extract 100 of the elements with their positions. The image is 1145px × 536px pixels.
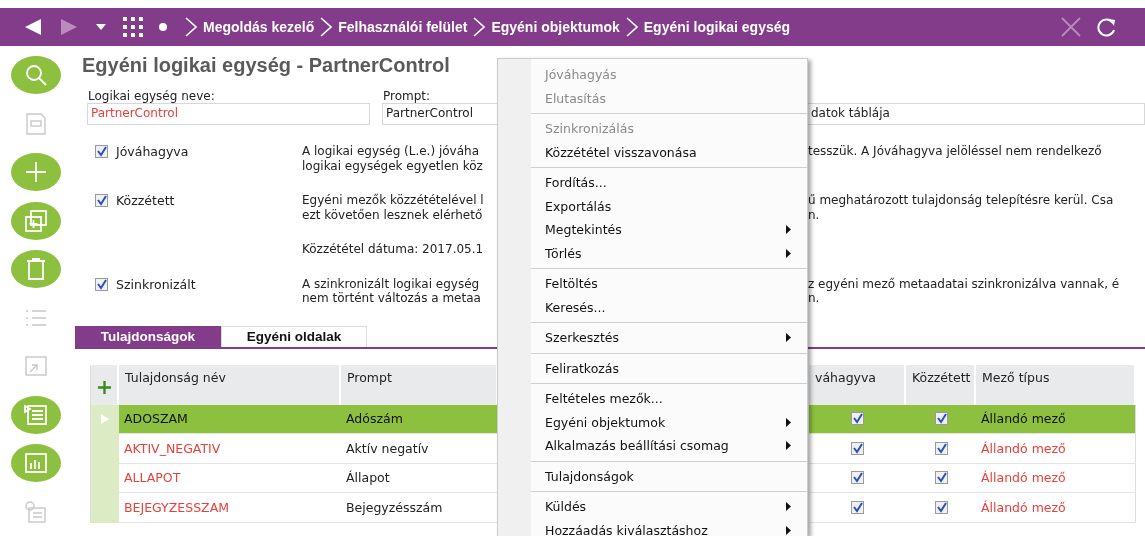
description-text: A szinkronizált logikai egység xyxy=(302,276,481,291)
chevron-icon xyxy=(320,17,333,37)
field-label: Logikai egység neve: xyxy=(87,89,216,103)
list-icon xyxy=(23,402,49,427)
row-pointer-icon xyxy=(101,413,109,424)
checkbox[interactable] xyxy=(851,441,864,455)
document-icon xyxy=(23,111,49,136)
description-text: logikai egységek egyetlen köz xyxy=(302,158,484,173)
chevron-icon xyxy=(185,17,197,37)
table-cell: Adószám xyxy=(341,404,498,434)
column-header[interactable]: váhagyva xyxy=(809,364,906,405)
checkbox[interactable] xyxy=(851,471,864,485)
menu-item[interactable]: Feliratkozás xyxy=(531,356,807,380)
plus-icon xyxy=(23,160,49,185)
checkbox[interactable] xyxy=(95,277,108,291)
column-header[interactable]: Prompt xyxy=(341,364,498,405)
checkbox-label: Jóváhagyva xyxy=(116,144,189,159)
breadcrumb-link[interactable]: Megoldás kezelő xyxy=(203,19,315,35)
name-field[interactable]: PartnerControl xyxy=(87,103,370,125)
description-text: n. xyxy=(808,291,821,306)
delete-button[interactable] xyxy=(11,250,61,289)
table-cell: BEJEGYZESSZAM xyxy=(119,493,341,523)
menu-item[interactable]: Hozzáadás kiválasztáshoz xyxy=(531,518,807,536)
close-icon[interactable] xyxy=(1061,17,1081,37)
menu-item[interactable]: Törlés xyxy=(531,241,807,265)
checkbox[interactable] xyxy=(851,412,864,426)
tab[interactable]: Egyéni oldalak xyxy=(221,325,367,347)
table-cell: ADOSZAM xyxy=(119,404,341,434)
table-cell: ALLAPOT xyxy=(119,463,341,493)
page-title: Egyéni logikai egység - PartnerControl xyxy=(82,54,451,78)
column-header[interactable]: Mező típus xyxy=(976,364,1136,405)
menu-item[interactable]: Megtekintés xyxy=(531,218,807,242)
export-icon xyxy=(23,354,49,379)
back-icon[interactable] xyxy=(23,18,43,36)
menu-item[interactable]: Keresés... xyxy=(531,295,807,319)
tab[interactable]: Tulajdonságok xyxy=(75,325,221,347)
table-cell: Állandó mező xyxy=(976,493,1136,523)
breadcrumb-link[interactable]: Egyéni objektumok xyxy=(491,19,620,35)
prompt-field[interactable]: PartnerControl xyxy=(382,103,497,125)
field-label: Prompt: xyxy=(382,89,432,103)
submenu-arrow-icon xyxy=(786,525,791,535)
description-text: ű meghatározott tulajdonság telepítésre kerül. Csa xyxy=(808,193,1115,208)
breadcrumb-link[interactable]: Felhasználói felület xyxy=(338,19,468,35)
caret-icon[interactable] xyxy=(95,23,107,31)
menu-item[interactable]: Feltöltés xyxy=(531,272,807,296)
menu-item[interactable]: Egyéni objektumok xyxy=(531,410,807,434)
menu-item[interactable]: Fordítás... xyxy=(531,171,807,195)
chevron-icon xyxy=(625,17,638,37)
checkbox[interactable] xyxy=(851,500,864,514)
chevron-icon xyxy=(473,17,486,37)
description-text: nem történt változás a metaa xyxy=(302,291,482,306)
description-text: n. xyxy=(808,207,821,222)
table-cell: Állandó mező xyxy=(976,463,1136,493)
copy-icon xyxy=(23,208,49,233)
chart-button[interactable] xyxy=(11,444,61,483)
description-text: ezt követően lesznek elérhető xyxy=(302,207,484,222)
refresh-icon[interactable] xyxy=(1097,17,1117,37)
submenu-arrow-icon xyxy=(786,417,791,427)
chart-icon xyxy=(23,451,49,476)
publish-date: Közzététel dátuma: 2017.05.1 xyxy=(302,242,485,257)
menu-item[interactable]: Küldés xyxy=(531,495,807,519)
menu-item[interactable]: Közzététel visszavonása xyxy=(531,140,807,164)
column-header[interactable]: Közzétett xyxy=(906,364,976,405)
add-button[interactable] xyxy=(11,153,61,192)
table-cell: Állandó mező xyxy=(976,404,1136,434)
menu-item[interactable]: Exportálás xyxy=(531,194,807,218)
submenu-arrow-icon xyxy=(786,441,791,451)
list-arrow-button[interactable] xyxy=(11,395,61,434)
dot-icon[interactable] xyxy=(159,23,167,31)
checkbox-label: Közzétett xyxy=(116,193,175,208)
forward-icon[interactable] xyxy=(59,18,79,36)
menu-item[interactable]: Tulajdonságok xyxy=(531,464,807,488)
checkbox[interactable] xyxy=(934,471,948,485)
add-icon[interactable] xyxy=(97,380,111,394)
description-text: z egyéni mező metaadatai szinkronizálva vannak, é xyxy=(808,276,1121,291)
grid-icon[interactable] xyxy=(123,17,143,37)
checkbox[interactable] xyxy=(95,145,108,158)
checkbox-label: Szinkronizált xyxy=(116,276,196,292)
checkbox[interactable] xyxy=(934,412,948,426)
submenu-arrow-icon xyxy=(786,248,791,258)
description-text: A logikai egység (L.e.) jóváha xyxy=(302,144,481,159)
search-icon xyxy=(23,63,49,88)
menu-item[interactable]: Alkalmazás beállítási csomag xyxy=(531,434,807,458)
checkbox[interactable] xyxy=(934,500,948,514)
checkbox[interactable] xyxy=(934,441,948,455)
submenu-arrow-icon xyxy=(786,333,791,343)
breadcrumb-link[interactable]: Egyéni logikai egység xyxy=(643,19,791,35)
submenu-arrow-icon xyxy=(786,502,791,512)
table-cell: AKTIV_NEGATIV xyxy=(119,434,341,464)
search-button[interactable] xyxy=(11,56,61,95)
menu-item[interactable]: Szerkesztés xyxy=(531,326,807,350)
submenu-arrow-icon xyxy=(786,225,791,235)
column-header[interactable]: Tulajdonság név xyxy=(119,364,341,405)
description-text: Egyéni mezők közzétételével l xyxy=(302,193,485,208)
description-text: tesszük. A Jóváhagyva jelöléssel nem rendelkező xyxy=(808,144,1103,159)
info-icon xyxy=(23,499,49,524)
copy-button[interactable] xyxy=(11,201,61,240)
table-field[interactable]: datok táblája xyxy=(808,103,1145,125)
menu-item[interactable]: Feltételes mezők... xyxy=(531,387,807,411)
checkbox[interactable] xyxy=(95,194,108,207)
